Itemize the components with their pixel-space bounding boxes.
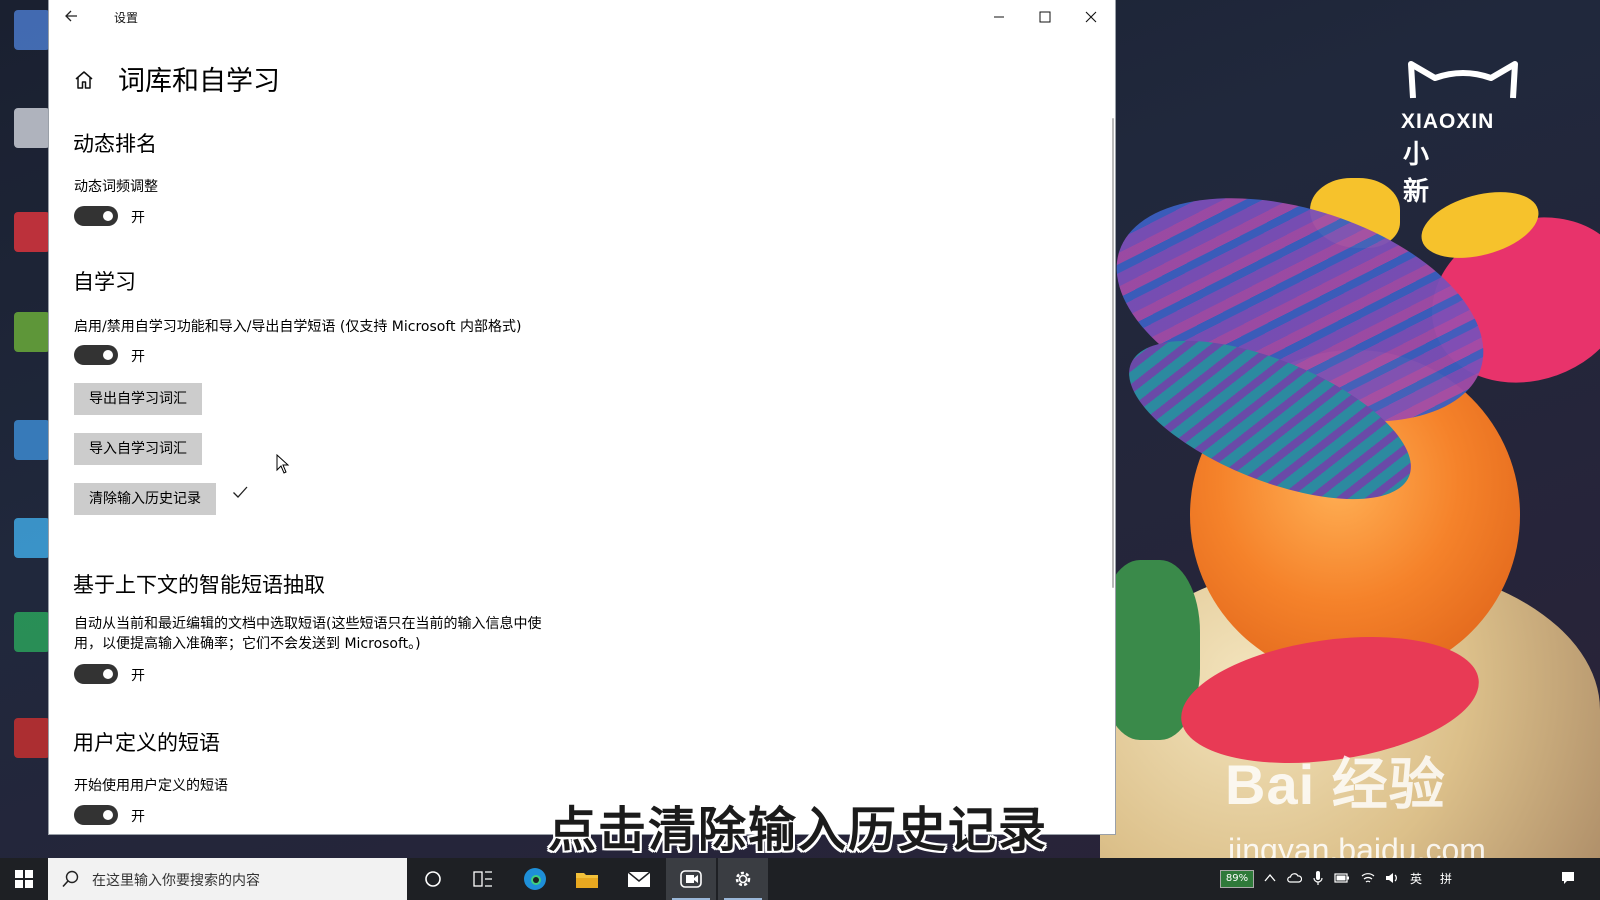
import-vocabulary-button[interactable]: 导入自学习词汇 xyxy=(74,433,202,465)
user-phrase-toggle[interactable] xyxy=(74,805,118,825)
window-title: 设置 xyxy=(114,11,139,25)
page-title: 词库和自学习 xyxy=(118,66,280,97)
section-title-self-learning: 自学习 xyxy=(73,270,136,294)
desktop-shortcut-icon[interactable] xyxy=(14,212,50,252)
cat-logo-icon xyxy=(1408,61,1518,99)
chevron-up-icon[interactable] xyxy=(1262,870,1278,886)
settings-app-button[interactable] xyxy=(718,858,768,900)
search-placeholder: 在这里输入你要搜索的内容 xyxy=(92,873,260,889)
export-vocabulary-button[interactable]: 导出自学习词汇 xyxy=(74,383,202,415)
cortana-button[interactable] xyxy=(408,858,458,900)
watermark-url: jingyan.baidu.com xyxy=(1228,832,1486,858)
brand-logo: XIAOXIN 小新 xyxy=(1395,58,1525,207)
maximize-icon xyxy=(1039,11,1051,23)
settings-window: 设置 词库和自学习 动态排名 动态词频调整 开 自学习 启用/禁用自学习功能和导… xyxy=(49,0,1115,834)
mouse-cursor-icon xyxy=(276,454,290,474)
desktop-shortcut-icon[interactable] xyxy=(14,718,50,758)
toggle-state-label: 开 xyxy=(131,349,145,365)
start-button[interactable] xyxy=(0,858,48,900)
folder-icon xyxy=(576,873,598,888)
gear-icon xyxy=(735,871,751,887)
task-view-icon xyxy=(473,871,492,887)
context-phrase-toggle[interactable] xyxy=(74,664,118,684)
screen-recorder-button[interactable] xyxy=(666,858,716,900)
mail-icon xyxy=(627,871,651,887)
notification-center-icon[interactable] xyxy=(1560,870,1576,886)
microphone-icon[interactable] xyxy=(1310,870,1326,886)
task-view-button[interactable] xyxy=(458,858,508,900)
volume-icon[interactable] xyxy=(1384,870,1400,886)
self-learning-label: 启用/禁用自学习功能和导入/导出自学短语 (仅支持 Microsoft 内部格式… xyxy=(74,319,522,335)
mail-button[interactable] xyxy=(614,858,664,900)
desktop-shortcut-icon[interactable] xyxy=(14,10,50,50)
edge-browser-icon xyxy=(524,868,546,890)
maximize-button[interactable] xyxy=(1022,0,1068,34)
vertical-scrollbar[interactable] xyxy=(1112,118,1114,588)
context-phrase-description: 自动从当前和最近编辑的文档中选取短语(这些短语只在当前的输入信息中使用，以便提高… xyxy=(74,616,542,652)
desktop-shortcut-icon[interactable] xyxy=(14,518,50,558)
windows-logo-icon xyxy=(15,870,33,888)
desktop-shortcut-icon[interactable] xyxy=(14,420,50,460)
file-explorer-button[interactable] xyxy=(562,858,612,900)
toggle-state-label: 开 xyxy=(131,668,145,684)
video-caption: 点击清除输入历史记录 xyxy=(548,802,1049,858)
toggle-state-label: 开 xyxy=(131,210,145,226)
brand-name-en: XIAOXIN xyxy=(1401,110,1495,133)
cloud-icon[interactable] xyxy=(1286,870,1302,886)
wifi-icon[interactable] xyxy=(1360,870,1376,886)
close-button[interactable] xyxy=(1068,0,1114,34)
battery-icon[interactable] xyxy=(1334,870,1350,886)
baidu-watermark: Bai 经验 jingyan.baidu.com xyxy=(1225,740,1486,858)
clear-input-history-button[interactable]: 清除输入历史记录 xyxy=(74,483,216,515)
desktop-shortcut-icon[interactable] xyxy=(14,312,50,352)
ime-mode-indicator[interactable]: 拼 xyxy=(1440,870,1452,887)
desktop-shortcut-icon[interactable] xyxy=(14,612,50,652)
recorder-camera-icon xyxy=(680,870,702,888)
section-title-dynamic-rank: 动态排名 xyxy=(73,132,157,156)
watermark-main-text: Bai 经验 xyxy=(1225,753,1446,816)
toggle-state-label: 开 xyxy=(131,809,145,825)
dynamic-frequency-toggle[interactable] xyxy=(74,206,118,226)
desktop-shortcut-icon[interactable] xyxy=(14,108,50,148)
checkmark-icon xyxy=(233,486,248,498)
section-title-context-phrase: 基于上下文的智能短语抽取 xyxy=(73,573,325,597)
desktop-icon-column xyxy=(8,0,50,858)
ime-language-indicator[interactable]: 英 xyxy=(1410,870,1422,887)
battery-percent-badge: 89% xyxy=(1220,870,1254,888)
search-icon xyxy=(62,870,79,888)
edge-browser-button[interactable] xyxy=(510,858,560,900)
taskbar-search-box[interactable]: 在这里输入你要搜索的内容 xyxy=(48,858,407,900)
close-icon xyxy=(1085,11,1097,23)
section-title-user-phrase: 用户定义的短语 xyxy=(73,731,220,755)
cortana-circle-icon xyxy=(425,871,441,887)
taskbar: 在这里输入你要搜索的内容 89% 英 拼 xyxy=(0,858,1600,900)
title-bar: 设置 xyxy=(49,0,1115,34)
self-learning-toggle[interactable] xyxy=(74,345,118,365)
brand-name-cn: 小新 xyxy=(1403,140,1476,207)
back-arrow-icon[interactable] xyxy=(63,8,81,26)
user-phrase-label: 开始使用用户定义的短语 xyxy=(74,778,228,794)
minimize-icon xyxy=(994,16,1004,18)
minimize-button[interactable] xyxy=(976,0,1022,34)
home-icon[interactable] xyxy=(73,69,95,91)
dynamic-frequency-label: 动态词频调整 xyxy=(74,179,158,195)
